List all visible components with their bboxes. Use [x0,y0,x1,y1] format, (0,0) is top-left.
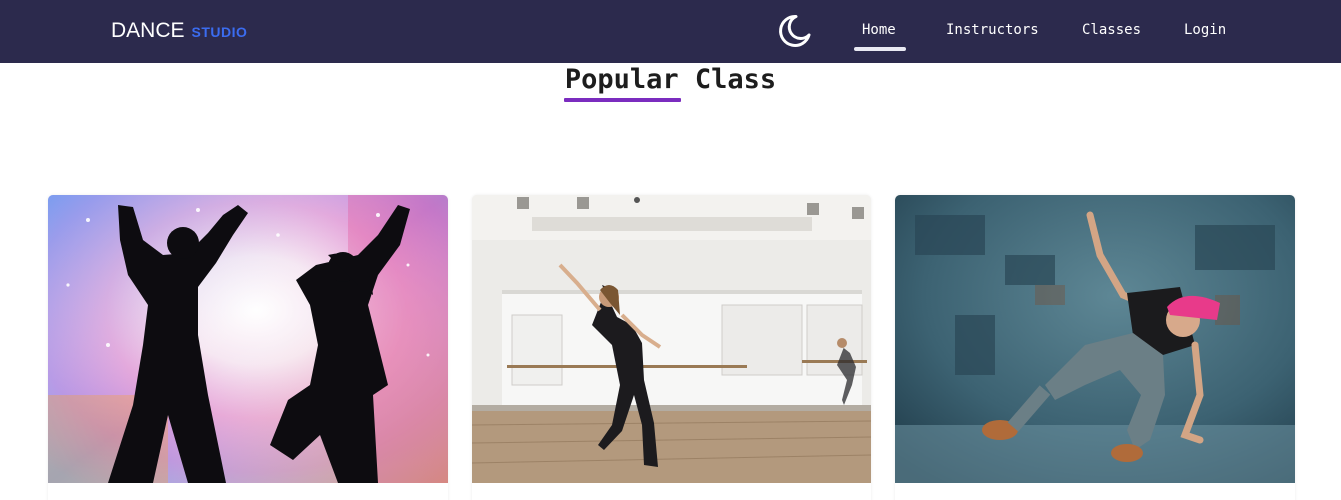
hip-hop-dancer-image [895,195,1295,483]
nav-login-link[interactable]: Login [1184,22,1226,38]
class-card[interactable] [48,195,448,500]
brand-logo[interactable]: DANCE STUDIO [111,19,247,47]
top-navbar: DANCE STUDIO Home Instructors Classes Lo… [0,0,1341,63]
brand-subtitle: STUDIO [191,24,248,40]
brand-name: DANCE [111,19,185,42]
section-title: Popular Class [564,64,777,95]
dancing-silhouettes-image [48,195,448,483]
class-card[interactable] [472,195,871,500]
nav-instructors-link[interactable]: Instructors [946,22,1039,38]
moon-icon [779,14,811,47]
dance-studio-ballet-image [472,195,871,483]
class-card[interactable] [895,195,1295,500]
active-nav-indicator [854,47,906,51]
theme-toggle-button[interactable] [776,13,812,49]
title-underline [564,98,681,102]
nav-home-link[interactable]: Home [862,22,896,38]
nav-classes-link[interactable]: Classes [1082,22,1141,38]
